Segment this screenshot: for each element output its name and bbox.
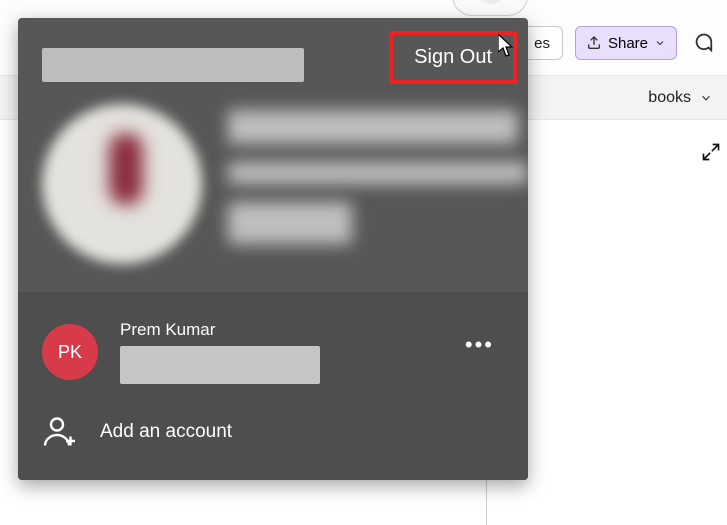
comments-button[interactable] [689, 29, 717, 57]
secondary-dropdown[interactable]: books [648, 89, 713, 107]
redacted-primary-email [228, 162, 528, 184]
chevron-down-icon [699, 91, 713, 105]
add-account-button[interactable]: Add an account [42, 394, 504, 450]
primary-account-avatar [42, 104, 202, 264]
secondary-dropdown-label: books [648, 89, 691, 107]
other-account-texts: Prem Kumar [120, 320, 320, 384]
avatar-circle [475, 0, 507, 4]
other-account-name: Prem Kumar [120, 320, 320, 340]
sign-out-button[interactable]: Sign Out [392, 34, 514, 81]
account-popup-upper: Sign Out [18, 18, 528, 292]
toolbar-right: es Share [521, 26, 717, 60]
primary-account-texts [228, 104, 528, 264]
primary-account-row [42, 104, 504, 264]
other-account-menu[interactable]: ••• [465, 332, 494, 358]
redacted-primary-badge [228, 202, 352, 244]
share-label: Share [608, 35, 648, 52]
other-account-avatar: PK [42, 324, 98, 380]
chevron-down-icon [654, 37, 666, 49]
redacted-header-text [42, 48, 304, 82]
redacted-other-email [120, 346, 320, 384]
redacted-primary-name [228, 110, 518, 144]
comment-icon [692, 32, 714, 54]
current-user-avatar-fragment[interactable] [452, 0, 528, 16]
account-popup-lower: PK Prem Kumar ••• Add an account [18, 292, 528, 480]
expand-icon [701, 142, 721, 162]
expand-button[interactable] [701, 142, 721, 167]
other-account-row[interactable]: PK Prem Kumar ••• [42, 310, 504, 394]
share-button[interactable]: Share [575, 26, 677, 60]
share-icon [586, 35, 602, 51]
person-add-icon [42, 414, 78, 450]
add-account-label: Add an account [100, 421, 232, 443]
account-popup: Sign Out PK Prem Kumar ••• [18, 18, 528, 480]
